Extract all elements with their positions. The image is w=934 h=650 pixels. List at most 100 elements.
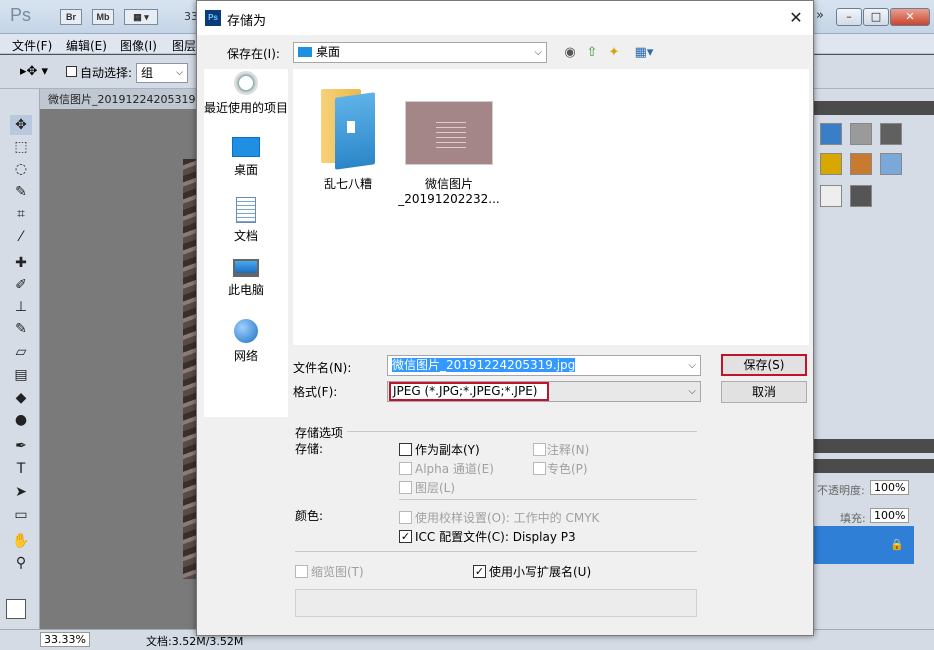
eraser-tool-icon[interactable]: ▱	[10, 342, 32, 362]
dialog-close-button[interactable]: ✕	[785, 7, 807, 29]
alpha-checkbox[interactable]	[399, 462, 412, 475]
maximize-button[interactable]: □	[863, 8, 889, 26]
menu-edit[interactable]: 编辑(E)	[66, 37, 107, 54]
save-as-dialog: Ps 存储为 ✕ 保存在(I): 桌面 ⌵ ◉ ⇧ ✦ ▦▾ 最近使用的项目 桌…	[196, 0, 814, 636]
document-canvas[interactable]	[40, 109, 196, 629]
marquee-tool-icon[interactable]: ⬚	[10, 137, 32, 157]
lasso-tool-icon[interactable]: ◌	[10, 159, 32, 179]
layers-panel-header	[814, 439, 934, 453]
close-window-button[interactable]: ✕	[890, 8, 930, 26]
options-title: 存储选项	[295, 426, 344, 440]
auto-select-value: 组	[141, 66, 154, 80]
as-copy-checkbox[interactable]	[399, 443, 412, 456]
shape-tool-icon[interactable]: ▭	[10, 505, 32, 525]
notes-checkbox[interactable]	[533, 443, 546, 456]
format-dropdown[interactable]: JPEG (*.JPG;*.JPEG;*.JPE) ⌵	[387, 381, 701, 402]
proof-setup-label: 使用校样设置(O): 工作中的 CMYK	[415, 511, 600, 525]
lowercase-ext-checkbox[interactable]: ✓	[473, 565, 486, 578]
thumbnail-checkbox[interactable]	[295, 565, 308, 578]
move-tool-preset-icon[interactable]: ▸✥ ▾	[20, 64, 48, 79]
view-extras-button[interactable]: ▦ ▾	[124, 9, 158, 25]
place-recent[interactable]: 最近使用的项目	[204, 71, 288, 116]
document-tab-bar: 微信图片_20191224205319	[40, 89, 196, 109]
menu-layer[interactable]: 图层	[172, 37, 196, 54]
document-tab[interactable]: 微信图片_20191224205319	[48, 91, 196, 107]
zoom-tool-icon[interactable]: ⚲	[10, 553, 32, 573]
gradient-tool-icon[interactable]: ▤	[10, 365, 32, 385]
layer-row-selected[interactable]: 🔒	[814, 526, 914, 564]
adjustment-vibrance-icon[interactable]	[820, 153, 842, 175]
type-tool-icon[interactable]: T	[10, 459, 32, 479]
adjustment-threshold-icon[interactable]	[850, 185, 872, 207]
place-recent-label: 最近使用的项目	[204, 101, 289, 115]
foreground-color-swatch[interactable]	[6, 599, 26, 619]
proof-setup-checkbox[interactable]	[399, 511, 412, 524]
place-this-pc[interactable]: 此电脑	[204, 259, 288, 298]
filename-label: 文件名(N):	[293, 361, 352, 375]
thumbnail-text-lines	[436, 122, 466, 148]
mini-bridge-button[interactable]: Mb	[92, 9, 114, 25]
adjustment-balance-icon[interactable]	[880, 153, 902, 175]
blur-tool-icon[interactable]: ◆	[10, 388, 32, 408]
auto-select-dropdown[interactable]: 组 ⌵	[136, 63, 188, 83]
menu-image[interactable]: 图像(I)	[120, 37, 157, 54]
adjustment-curves-icon[interactable]	[880, 123, 902, 145]
adjustment-levels-icon[interactable]	[850, 123, 872, 145]
notes-label: 注释(N)	[547, 443, 590, 457]
new-folder-icon[interactable]: ✦	[605, 44, 623, 62]
layers-label: 图层(L)	[415, 481, 456, 495]
save-in-dropdown[interactable]: 桌面 ⌵	[293, 42, 547, 63]
filename-value: 微信图片_20191224205319.jpg	[392, 358, 576, 372]
brush-tool-icon[interactable]: ✐	[10, 275, 32, 295]
adjustment-brightness-icon[interactable]	[820, 123, 842, 145]
move-tool-icon[interactable]: ✥	[10, 115, 32, 135]
color-label: 颜色:	[295, 509, 324, 523]
place-documents[interactable]: 文档	[204, 197, 288, 244]
chevron-down-icon: ⌵	[688, 360, 696, 371]
options-divider	[347, 431, 697, 432]
adjustment-invert-icon[interactable]	[820, 185, 842, 207]
layers-checkbox[interactable]	[399, 481, 412, 494]
status-zoom[interactable]: 33.33%	[40, 632, 90, 647]
minimize-button[interactable]: –	[836, 8, 862, 26]
crop-tool-icon[interactable]: ⌗	[10, 204, 32, 224]
pen-tool-icon[interactable]: ✒	[10, 436, 32, 456]
hand-tool-icon[interactable]: ✋	[10, 531, 32, 551]
history-brush-tool-icon[interactable]: ✎	[10, 319, 32, 339]
bridge-button[interactable]: Br	[60, 9, 82, 25]
layers-panel-tabs	[814, 459, 934, 473]
quick-select-tool-icon[interactable]: ✎	[10, 182, 32, 202]
cancel-button[interactable]: 取消	[721, 381, 807, 403]
dodge-tool-icon[interactable]: ●	[10, 410, 32, 430]
options-divider	[295, 551, 697, 552]
place-this-pc-label: 此电脑	[227, 283, 264, 297]
place-desktop[interactable]: 桌面	[204, 137, 288, 178]
spot-color-checkbox[interactable]	[533, 462, 546, 475]
workspace-chevron-icon[interactable]: »	[816, 8, 824, 23]
recent-items-icon	[234, 71, 258, 95]
auto-select-checkbox[interactable]	[66, 66, 77, 77]
adjustment-hue-icon[interactable]	[850, 153, 872, 175]
healing-brush-tool-icon[interactable]: ✚	[10, 253, 32, 273]
clone-stamp-tool-icon[interactable]: ⊥	[10, 297, 32, 317]
save-in-label: 保存在(I):	[227, 47, 280, 61]
place-desktop-label: 桌面	[233, 163, 258, 177]
chevron-down-icon: ⌵	[688, 386, 696, 397]
view-menu-icon[interactable]: ▦▾	[629, 44, 659, 62]
eyedropper-tool-icon[interactable]: ⁄	[10, 227, 32, 247]
back-icon[interactable]: ◉	[561, 44, 579, 62]
chevron-down-icon: ⌵	[534, 47, 542, 58]
lowercase-ext-label: 使用小写扩展名(U)	[489, 565, 592, 579]
file-list-area[interactable]: 乱七八糟 微信图片 _20191202232...	[293, 69, 809, 345]
filename-input[interactable]: 微信图片_20191224205319.jpg ⌵	[387, 355, 701, 376]
menu-file[interactable]: 文件(F)	[12, 37, 52, 54]
icc-profile-label: ICC 配置文件(C): Display P3	[415, 530, 576, 544]
icc-profile-checkbox[interactable]: ✓	[399, 530, 412, 543]
folder-icon	[321, 85, 375, 170]
path-select-tool-icon[interactable]: ➤	[10, 482, 32, 502]
up-folder-icon[interactable]: ⇧	[583, 44, 601, 62]
save-button[interactable]: 保存(S)	[721, 354, 807, 376]
opacity-input[interactable]: 100%	[870, 480, 910, 495]
fill-input[interactable]: 100%	[870, 508, 910, 523]
place-network[interactable]: 网络	[204, 319, 288, 364]
